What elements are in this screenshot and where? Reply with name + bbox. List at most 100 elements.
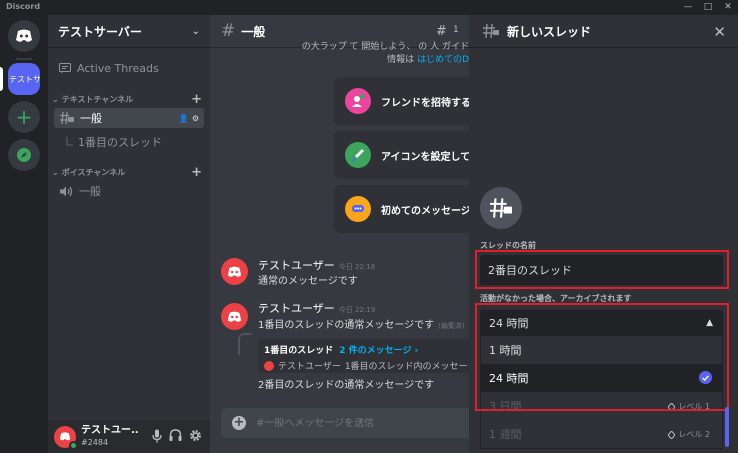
sidebar-item-general[interactable]: 一般 👤 ⚙	[54, 108, 204, 128]
voice-channel-label: 一般	[79, 185, 101, 198]
chevron-down-icon: ⌄	[191, 25, 200, 37]
invite-friends-card[interactable]: フレンドを招待する	[334, 77, 469, 125]
server-list: テストサーバ +	[0, 15, 48, 453]
hashtag-thread-icon	[483, 24, 499, 38]
headphones-icon[interactable]	[169, 429, 182, 442]
thread-name: 1番目のスレッド	[264, 346, 334, 356]
author-name: テストユーザー	[258, 259, 335, 272]
option-3-days[interactable]: 3 日間 レベル 1	[481, 392, 722, 420]
category-label: テキストチャンネル	[61, 95, 134, 104]
thread-count-badge: 1	[453, 25, 459, 35]
plus-icon: +	[15, 105, 33, 129]
server-test[interactable]: テストサーバ	[8, 63, 40, 95]
message-bubble-icon	[345, 196, 371, 222]
discord-logo-icon	[227, 311, 242, 322]
thread-message-count-link[interactable]: 2 件のメッセージ ›	[339, 346, 418, 356]
maximize-button[interactable]: □	[698, 0, 718, 15]
add-server-button[interactable]: +	[8, 101, 40, 133]
avatar[interactable]	[221, 258, 248, 285]
thread-label: 1番目のスレッド	[78, 136, 162, 149]
check-icon	[699, 371, 712, 384]
category-voice-channels[interactable]: ⌄ ボイスチャンネル +	[52, 165, 202, 180]
paintbrush-icon	[345, 142, 371, 168]
thread-preview: テストユーザー 1番目のスレッド内のメッセー	[264, 359, 469, 372]
message-timestamp: 今日 22:19	[338, 306, 376, 314]
option-24-hours[interactable]: 24 時間	[481, 364, 722, 392]
message-text: 2番目のスレッドの通常メッセージです	[258, 380, 435, 391]
thread-name-label: スレッドの名前	[480, 241, 536, 250]
sidebar-voice-general[interactable]: 一般	[60, 183, 101, 199]
option-label: 1 週間	[489, 428, 522, 441]
add-attachment-button[interactable]: +	[232, 416, 246, 430]
message-author[interactable]: テストユーザー 今日 22:18	[258, 257, 375, 273]
set-icon-card[interactable]: アイコンを設定して	[334, 131, 469, 179]
option-1-week[interactable]: 1 週間 レベル 2	[481, 420, 722, 448]
boost-level-badge: レベル 1	[668, 401, 710, 412]
option-1-hour[interactable]: 1 時間	[481, 336, 722, 364]
channel-sidebar: テストサーバー ⌄ Active Threads ⌄ テキストチャンネル + 一…	[48, 15, 210, 453]
card-label: 初めてのメッセージ	[381, 205, 469, 217]
boost-gem-icon	[668, 430, 676, 439]
invite-friends-icon	[345, 88, 371, 114]
first-message-card[interactable]: 初めてのメッセージ	[334, 185, 469, 233]
scrollbar-thumb[interactable]	[725, 407, 729, 447]
welcome-text: の大ラップ て 開始しよう、 の 人 ガイド	[301, 42, 469, 52]
microphone-icon[interactable]	[152, 429, 162, 443]
add-channel-icon[interactable]: +	[191, 92, 202, 107]
boost-level-badge: レベル 2	[668, 429, 710, 440]
message-body: 1番目のスレッドの通常メッセージです	[258, 320, 435, 331]
preview-text: 1番目のスレッド内のメッセー	[344, 362, 468, 372]
threads-icon[interactable]: #	[436, 24, 447, 39]
minimize-button[interactable]: —	[678, 0, 698, 15]
level-label: レベル 2	[678, 430, 710, 439]
discord-logo-icon	[59, 432, 71, 441]
window-titlebar: Discord — □ ✕	[0, 0, 738, 15]
user-panel: テストユー... #2484	[48, 420, 210, 453]
archive-options-list: 1 時間 24 時間 3 日間 レベル 1 1 週間 レベル 2	[480, 336, 723, 449]
server-name: テストサーバー	[58, 24, 142, 39]
chevron-down-icon: ⌄	[52, 168, 59, 177]
chevron-down-icon: ⌄	[52, 95, 59, 104]
online-status-badge	[69, 440, 78, 450]
thread-panel-header: 新しいスレッド ✕	[469, 15, 738, 48]
thread-embed[interactable]: 1番目のスレッド 2 件のメッセージ › テストユーザー 1番目のスレッド内のメッ…	[258, 339, 469, 373]
avatar[interactable]	[221, 303, 248, 330]
new-thread-panel: 新しいスレッド ✕ スレッドの名前 活動がなかった場合、アーカイブされます 24…	[469, 15, 738, 453]
thread-name-input[interactable]	[480, 255, 723, 285]
channel-title: 一般	[241, 24, 266, 39]
panel-title: 新しいスレッド	[507, 24, 592, 39]
card-label: アイコンを設定して	[381, 151, 469, 163]
close-icon[interactable]: ✕	[713, 23, 726, 41]
active-threads-label: Active Threads	[77, 62, 159, 75]
option-label: 1 時間	[489, 344, 522, 357]
option-label: 24 時間	[489, 372, 529, 385]
window-title: Discord	[6, 2, 41, 11]
discord-logo-icon	[227, 266, 242, 277]
gear-icon[interactable]: ⚙	[192, 114, 199, 123]
thread-embed-title: 1番目のスレッド 2 件のメッセージ ›	[264, 343, 469, 356]
explore-servers-button[interactable]	[8, 139, 40, 171]
archive-duration-select[interactable]: 24 時間 ▲	[480, 310, 723, 336]
channel-label: 一般	[80, 112, 102, 125]
settings-gear-icon[interactable]	[189, 429, 202, 442]
thread-hashtag-icon	[480, 187, 522, 229]
category-text-channels[interactable]: ⌄ テキストチャンネル +	[52, 92, 202, 107]
thread-spine-icon	[66, 137, 73, 146]
close-window-button[interactable]: ✕	[718, 0, 738, 15]
boost-gem-icon	[668, 402, 676, 411]
invite-members-icon[interactable]: 👤	[179, 114, 189, 123]
sidebar-thread-item[interactable]: 1番目のスレッド	[66, 134, 162, 150]
home-button[interactable]	[8, 20, 40, 52]
selected-value: 24 時間	[489, 317, 529, 330]
message-composer: +	[221, 408, 469, 438]
add-channel-icon[interactable]: +	[191, 165, 202, 180]
message-author[interactable]: テストユーザー 今日 22:19	[258, 300, 375, 316]
category-label: ボイスチャンネル	[61, 168, 126, 177]
message-text: 通常のメッセージです	[258, 276, 358, 287]
getting-started-link[interactable]: はじめてのD	[417, 55, 469, 65]
avatar[interactable]	[54, 425, 78, 450]
active-threads-link[interactable]: Active Threads	[59, 62, 159, 75]
server-header[interactable]: テストサーバー ⌄	[48, 15, 210, 48]
message-input[interactable]	[256, 417, 456, 429]
compass-icon	[17, 148, 31, 162]
